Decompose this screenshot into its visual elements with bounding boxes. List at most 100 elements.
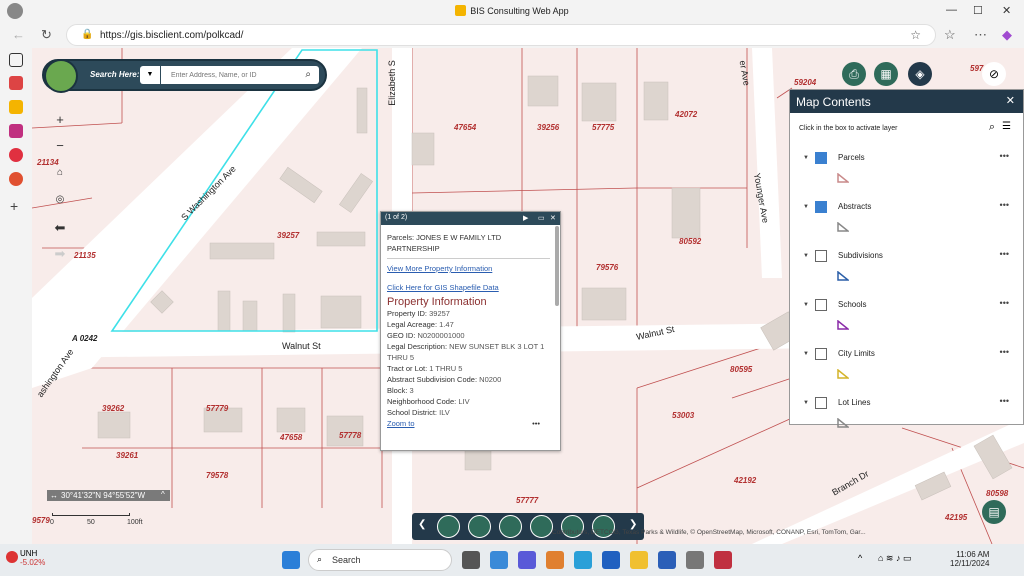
- layer-item[interactable]: ▼ Schools •••: [790, 298, 1023, 348]
- copilot-icon[interactable]: ◆: [1002, 27, 1012, 43]
- app-icon[interactable]: [714, 551, 732, 569]
- app-icon-chrome[interactable]: [9, 172, 23, 186]
- app-icon-red[interactable]: [9, 76, 23, 90]
- hide-icon[interactable]: ⊘: [982, 62, 1006, 86]
- search-type-dropdown[interactable]: ▼: [140, 66, 160, 84]
- favorite-star-icon[interactable]: ☆: [910, 28, 921, 42]
- zoom-in-button[interactable]: +: [48, 110, 72, 130]
- more-options-icon[interactable]: •••: [532, 418, 540, 429]
- layer-more-icon[interactable]: •••: [1000, 249, 1009, 259]
- layer-more-icon[interactable]: •••: [1000, 151, 1009, 161]
- search-input[interactable]: [161, 66, 319, 84]
- bookmark-icon[interactable]: [437, 515, 460, 538]
- popup-scrollbar[interactable]: [555, 226, 559, 306]
- layer-checkbox[interactable]: [815, 397, 827, 409]
- toolbar-prev-icon[interactable]: ❮: [418, 519, 426, 530]
- layer-checkbox[interactable]: [815, 299, 827, 311]
- search-icon[interactable]: ⌕: [305, 69, 311, 80]
- tray-chevron-icon[interactable]: ^: [858, 553, 862, 563]
- property-value: ILV: [439, 408, 450, 416]
- next-icon[interactable]: ▶: [523, 214, 528, 222]
- chrome-icon[interactable]: [546, 551, 564, 569]
- shapefile-link[interactable]: Click Here for GIS Shapefile Data: [387, 282, 550, 293]
- layer-item[interactable]: ▼ Lot Lines •••: [790, 396, 1023, 446]
- property-key: School District:: [387, 408, 438, 416]
- home-icon[interactable]: ⌂: [48, 163, 72, 183]
- layer-checkbox[interactable]: [815, 250, 827, 262]
- map-canvas[interactable]: 59204 47654 39256 57775 42072 21134 39257 80592…: [32, 48, 1024, 544]
- layer-item[interactable]: ▼ Subdivisions •••: [790, 249, 1023, 299]
- clock[interactable]: 11:06 AM 12/11/2024: [950, 550, 989, 568]
- url-bar[interactable]: 🔒 https://gis.bisclient.com/polkcad/ ☆: [66, 24, 936, 46]
- layer-more-icon[interactable]: •••: [1000, 298, 1009, 308]
- layer-more-icon[interactable]: •••: [1000, 396, 1009, 406]
- back-arrow-icon[interactable]: ⬅: [48, 218, 72, 238]
- layers-icon[interactable]: ◈: [908, 62, 932, 86]
- close-panel-icon[interactable]: ✕: [1006, 94, 1015, 107]
- view-property-link[interactable]: View More Property Information: [387, 263, 550, 274]
- favorites-icon[interactable]: ☆: [944, 27, 956, 43]
- scale-line: [52, 513, 130, 516]
- outlook-icon[interactable]: [602, 551, 620, 569]
- taskbar-search[interactable]: ⌕ Search: [308, 549, 452, 571]
- draw-icon[interactable]: [468, 515, 491, 538]
- panel-header: Map Contents ✕: [790, 90, 1023, 113]
- expand-icon[interactable]: ▼: [803, 155, 809, 161]
- property-popup: (1 of 2) ▶ ▭ ✕ Parcels: JONES E W FAMILY…: [380, 211, 561, 451]
- expand-icon[interactable]: ▼: [803, 351, 809, 357]
- refresh-icon[interactable]: ↻: [41, 27, 52, 43]
- mail-icon[interactable]: [9, 124, 23, 138]
- word-icon[interactable]: [658, 551, 676, 569]
- bis-app-icon[interactable]: [9, 100, 23, 114]
- grid-icon[interactable]: ▦: [874, 62, 898, 86]
- layer-more-icon[interactable]: •••: [1000, 347, 1009, 357]
- search-layer-icon[interactable]: ⌕: [989, 121, 995, 134]
- scale-label-100: 100ft: [127, 519, 143, 526]
- zoom-to-link[interactable]: Zoom to: [387, 419, 415, 428]
- maximize-popup-icon[interactable]: ▭: [538, 214, 545, 222]
- basemap-icon[interactable]: ▤: [982, 500, 1006, 524]
- tabs-icon[interactable]: [9, 53, 23, 67]
- maximize-icon[interactable]: ☐: [973, 4, 983, 17]
- property-key: Legal Description:: [387, 342, 448, 351]
- forward-arrow-icon[interactable]: ➡: [48, 244, 72, 264]
- property-key: Abstract Subdivision Code:: [387, 375, 478, 384]
- layer-checkbox[interactable]: [815, 348, 827, 360]
- coord-toggle-icon[interactable]: ^: [161, 490, 165, 499]
- add-icon[interactable]: +: [10, 198, 18, 214]
- start-icon[interactable]: [282, 551, 300, 569]
- minimize-icon[interactable]: —: [946, 4, 957, 16]
- expand-icon[interactable]: ▼: [803, 302, 809, 308]
- expand-icon[interactable]: ▼: [803, 253, 809, 259]
- app-icon-circle[interactable]: [9, 148, 23, 162]
- print-icon[interactable]: ⎙: [842, 62, 866, 86]
- layer-item[interactable]: ▼ Parcels •••: [790, 151, 1023, 201]
- teams-icon[interactable]: [518, 551, 536, 569]
- edge-icon[interactable]: [490, 551, 508, 569]
- browser-sidebar: +: [0, 48, 32, 544]
- expand-icon[interactable]: ▼: [803, 400, 809, 406]
- layer-checkbox[interactable]: [815, 201, 827, 213]
- close-popup-icon[interactable]: ✕: [550, 214, 556, 222]
- layer-checkbox[interactable]: [815, 152, 827, 164]
- task-view-icon[interactable]: [462, 551, 480, 569]
- coord-icon: ↔: [50, 491, 58, 500]
- layer-item[interactable]: ▼ Abstracts •••: [790, 200, 1023, 250]
- property-heading: Property Information: [387, 296, 487, 308]
- layer-item[interactable]: ▼ City Limits •••: [790, 347, 1023, 397]
- zoom-out-button[interactable]: −: [48, 136, 72, 156]
- layer-more-icon[interactable]: •••: [1000, 200, 1009, 210]
- close-icon[interactable]: ✕: [1002, 4, 1011, 17]
- back-icon[interactable]: ←: [12, 27, 25, 42]
- calculator-icon[interactable]: [686, 551, 704, 569]
- expand-icon[interactable]: ▼: [803, 204, 809, 210]
- stock-widget[interactable]: UNH -5.02%: [20, 549, 45, 567]
- filter-icon[interactable]: ☰: [1002, 121, 1011, 132]
- locate-icon[interactable]: ◎: [48, 190, 72, 210]
- more-icon[interactable]: ⋯: [974, 27, 987, 43]
- tray-icons[interactable]: ⌂ ≋ ♪ ▭: [878, 553, 911, 564]
- explorer-icon[interactable]: [630, 551, 648, 569]
- store-icon[interactable]: [574, 551, 592, 569]
- select-icon[interactable]: [499, 515, 522, 538]
- search-map-icon[interactable]: [530, 515, 553, 538]
